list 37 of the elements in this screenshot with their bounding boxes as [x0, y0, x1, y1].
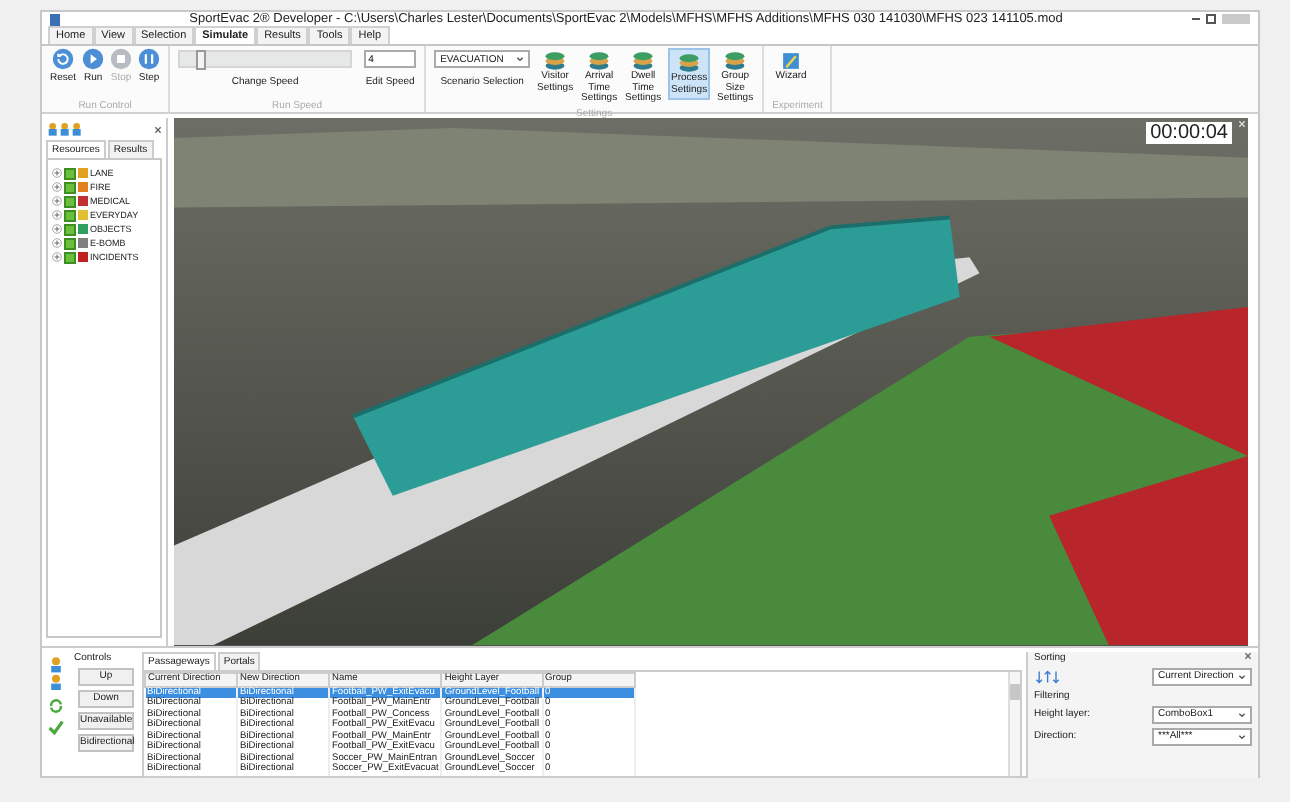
checkbox[interactable]: [64, 237, 76, 249]
sort-icon[interactable]: [1034, 669, 1064, 684]
people-icon: [48, 655, 64, 692]
people-icon[interactable]: [46, 122, 86, 136]
close-icon[interactable]: [1244, 651, 1252, 660]
checkbox[interactable]: [64, 167, 76, 179]
expand-icon[interactable]: [52, 224, 62, 234]
stack-icon: [588, 50, 611, 72]
checkbox[interactable]: [64, 223, 76, 235]
caret-icon: [516, 56, 525, 62]
app-icon: [50, 13, 60, 25]
checkbox[interactable]: [64, 181, 76, 193]
speed-slider[interactable]: [178, 50, 353, 68]
checkbox[interactable]: [64, 251, 76, 263]
expand-icon[interactable]: [52, 168, 62, 178]
caret-icon: [1238, 673, 1246, 680]
stack-icon: [544, 50, 567, 72]
timer-display: 00:00:04: [1146, 122, 1232, 144]
refresh-icon[interactable]: [48, 697, 64, 714]
expand-icon[interactable]: [52, 196, 62, 206]
scrollbar[interactable]: [1008, 671, 1020, 776]
expand-icon[interactable]: [52, 252, 62, 262]
checkbox[interactable]: [64, 209, 76, 221]
caret-icon: [1238, 733, 1246, 740]
stack-icon: [632, 50, 655, 72]
slider-thumb[interactable]: [196, 50, 207, 70]
expand-icon[interactable]: [52, 238, 62, 248]
caret-icon: [1238, 711, 1246, 718]
expand-icon[interactable]: [52, 210, 62, 220]
close-icon[interactable]: [154, 125, 162, 133]
expand-icon[interactable]: [52, 182, 62, 192]
stack-icon: [724, 50, 747, 72]
checkbox[interactable]: [64, 195, 76, 207]
stack-icon: [678, 52, 701, 74]
restore-icon[interactable]: [1206, 14, 1216, 24]
checkmark-icon[interactable]: [48, 719, 64, 736]
wand-icon: [780, 50, 803, 72]
